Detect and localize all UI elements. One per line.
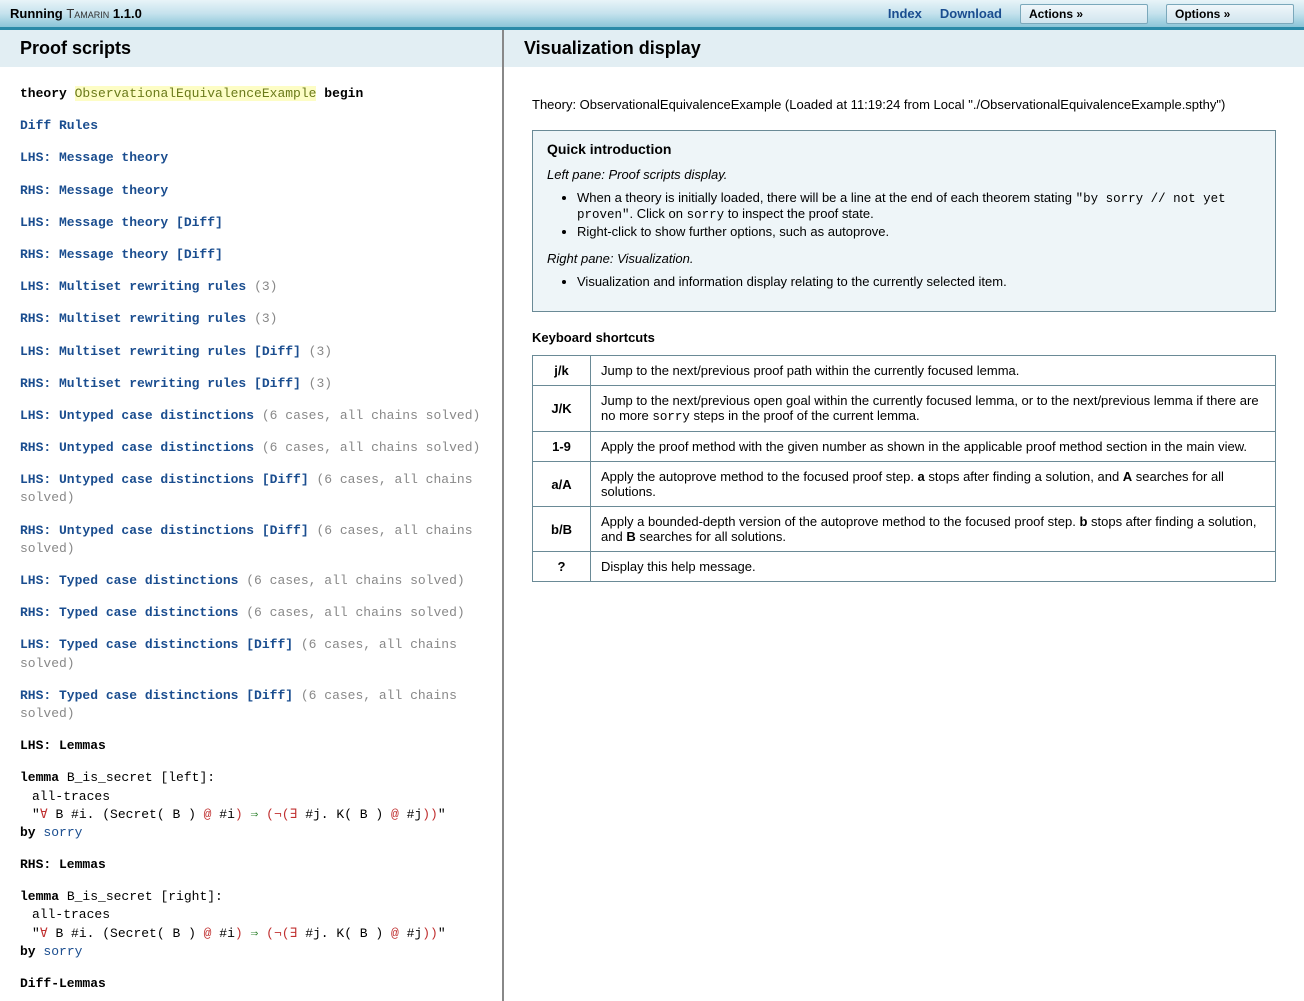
topbar-actions: Index Download Actions » Options » <box>888 4 1294 24</box>
lhs-lemmas-heading: LHS: Lemmas <box>20 738 106 753</box>
quick-intro-item: Visualization and information display re… <box>577 274 1261 289</box>
proof-script-area: theory ObservationalEquivalenceExample b… <box>0 67 502 1001</box>
rhs-multiset-link[interactable]: RHS: Multiset rewriting rules <box>20 311 246 326</box>
lhs-message-theory-diff-link[interactable]: LHS: Message theory [Diff] <box>20 215 223 230</box>
right-pane: Visualization display Theory: Observatio… <box>504 30 1304 1001</box>
rhs-message-theory-diff-link[interactable]: RHS: Message theory [Diff] <box>20 247 223 262</box>
lemma-left: lemma B_is_secret [left]: all-traces "∀ … <box>20 769 482 842</box>
sorry-link[interactable]: sorry <box>43 825 82 840</box>
lhs-multiset-link[interactable]: LHS: Multiset rewriting rules <box>20 279 246 294</box>
quick-intro-item: When a theory is initially loaded, there… <box>577 190 1261 222</box>
rhs-multiset-diff-link[interactable]: RHS: Multiset rewriting rules [Diff] <box>20 376 301 391</box>
theory-declaration: theory ObservationalEquivalenceExample b… <box>20 85 482 103</box>
topbar: Running Tamarin 1.1.0 Index Download Act… <box>0 0 1304 30</box>
options-dropdown[interactable]: Options » <box>1166 4 1294 24</box>
rhs-lemmas-heading: RHS: Lemmas <box>20 857 106 872</box>
actions-dropdown[interactable]: Actions » <box>1020 4 1148 24</box>
lemma-left-formula: "∀ B #i. (Secret( B ) @ #i) ⇒ (¬(∃ #j. K… <box>20 806 482 824</box>
kb-shortcuts-title: Keyboard shortcuts <box>532 330 1276 345</box>
left-pane-title: Proof scripts <box>0 30 502 67</box>
lhs-typed-diff-link[interactable]: LHS: Typed case distinctions [Diff] <box>20 637 293 652</box>
lemma-right: lemma B_is_secret [right]: all-traces "∀… <box>20 888 482 961</box>
diff-rules-link[interactable]: Diff Rules <box>20 118 98 133</box>
table-row: a/A Apply the autoprove method to the fo… <box>533 462 1276 507</box>
kb-shortcuts-table: j/k Jump to the next/previous proof path… <box>532 355 1276 582</box>
index-link[interactable]: Index <box>888 6 922 21</box>
sorry-link[interactable]: sorry <box>43 944 82 959</box>
quick-intro-item: Right-click to show further options, suc… <box>577 224 1261 239</box>
topbar-title: Running Tamarin 1.1.0 <box>10 6 888 21</box>
lhs-message-theory-link[interactable]: LHS: Message theory <box>20 150 168 165</box>
table-row: 1-9 Apply the proof method with the give… <box>533 432 1276 462</box>
lhs-untyped-link[interactable]: LHS: Untyped case distinctions <box>20 408 254 423</box>
lhs-multiset-diff-link[interactable]: LHS: Multiset rewriting rules [Diff] <box>20 344 301 359</box>
theory-info: Theory: ObservationalEquivalenceExample … <box>532 97 1276 112</box>
table-row: b/B Apply a bounded-depth version of the… <box>533 507 1276 552</box>
left-pane: Proof scripts theory ObservationalEquiva… <box>0 30 504 1001</box>
download-link[interactable]: Download <box>940 6 1002 21</box>
rhs-typed-diff-link[interactable]: RHS: Typed case distinctions [Diff] <box>20 688 293 703</box>
rhs-typed-link[interactable]: RHS: Typed case distinctions <box>20 605 238 620</box>
quick-intro-title: Quick introduction <box>547 141 1261 157</box>
lemma-right-formula: "∀ B #i. (Secret( B ) @ #i) ⇒ (¬(∃ #j. K… <box>20 925 482 943</box>
diff-lemmas-heading: Diff-Lemmas <box>20 976 106 991</box>
rhs-untyped-link[interactable]: RHS: Untyped case distinctions <box>20 440 254 455</box>
table-row: ? Display this help message. <box>533 552 1276 582</box>
rhs-untyped-diff-link[interactable]: RHS: Untyped case distinctions [Diff] <box>20 523 309 538</box>
right-pane-title: Visualization display <box>504 30 1304 67</box>
lhs-typed-link[interactable]: LHS: Typed case distinctions <box>20 573 238 588</box>
lhs-untyped-diff-link[interactable]: LHS: Untyped case distinctions [Diff] <box>20 472 309 487</box>
quick-intro-box: Quick introduction Left pane: Proof scri… <box>532 130 1276 312</box>
table-row: j/k Jump to the next/previous proof path… <box>533 356 1276 386</box>
table-row: J/K Jump to the next/previous open goal … <box>533 386 1276 432</box>
rhs-message-theory-link[interactable]: RHS: Message theory <box>20 183 168 198</box>
